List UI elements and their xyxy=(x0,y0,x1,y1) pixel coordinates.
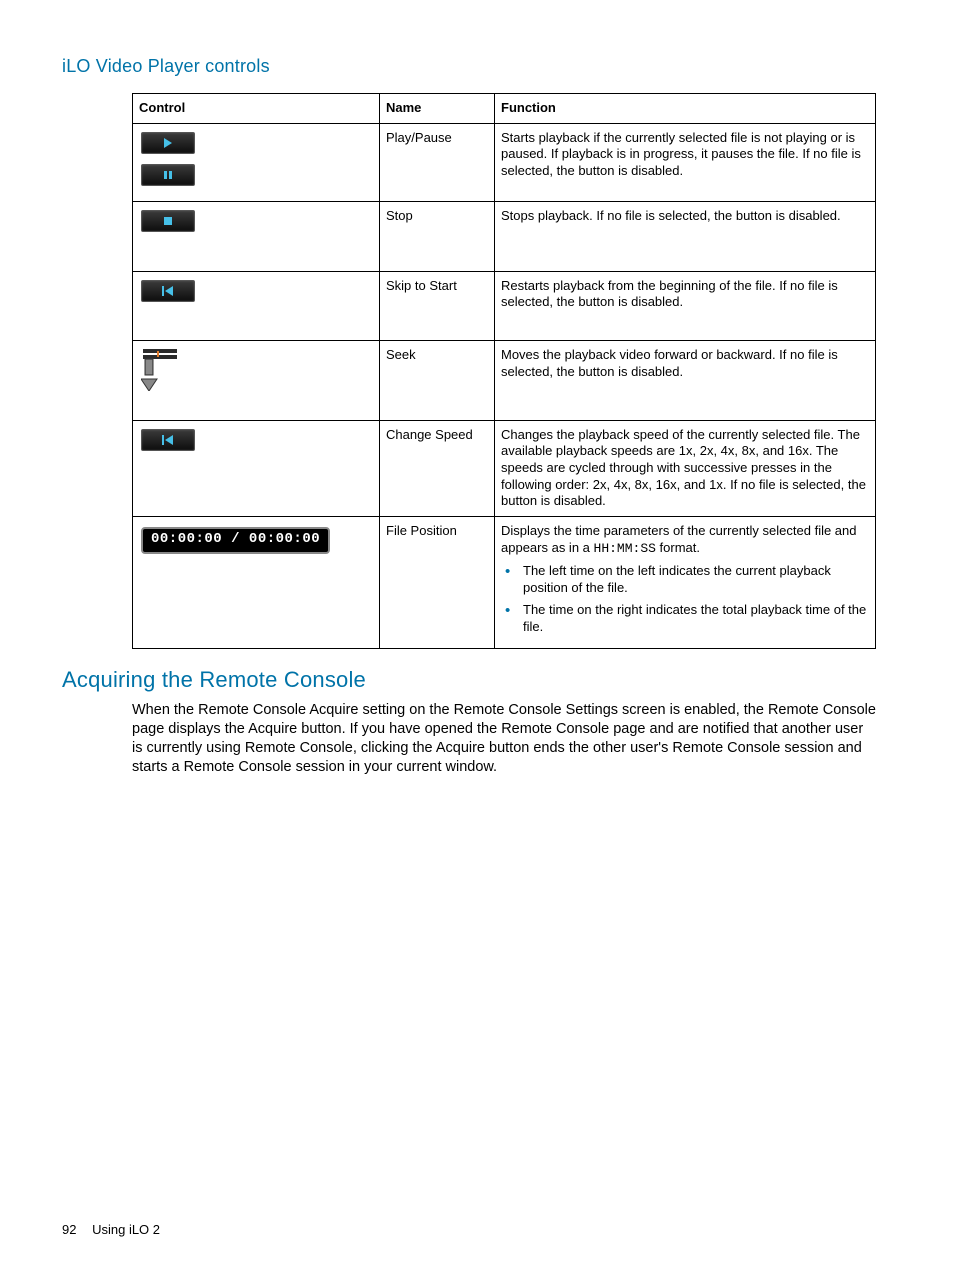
skip-to-start-button[interactable] xyxy=(141,280,195,302)
function-text-b: format. xyxy=(656,540,700,555)
col-header-function: Function xyxy=(495,94,876,124)
seek-slider-icon xyxy=(141,349,185,391)
control-function: Stops playback. If no file is selected, … xyxy=(495,201,876,271)
footer-section: Using iLO 2 xyxy=(92,1222,160,1237)
control-name: Skip to Start xyxy=(380,271,495,341)
page-footer: 92 Using iLO 2 xyxy=(62,1222,160,1237)
control-function: Moves the playback video forward or back… xyxy=(495,341,876,421)
skip-to-start-icon xyxy=(162,286,174,296)
table-row: 00:00:00 / 00:00:00 File Position Displa… xyxy=(133,516,876,648)
control-name: Seek xyxy=(380,341,495,421)
list-item: The time on the right indicates the tota… xyxy=(519,602,869,635)
table-row: Play/Pause Starts playback if the curren… xyxy=(133,123,876,201)
table-row: Skip to Start Restarts playback from the… xyxy=(133,271,876,341)
body-paragraph: When the Remote Console Acquire setting … xyxy=(132,701,892,778)
stop-button[interactable] xyxy=(141,210,195,232)
control-function: Starts playback if the currently selecte… xyxy=(495,123,876,201)
list-item: The left time on the left indicates the … xyxy=(519,563,869,596)
table-row: Seek Moves the playback video forward or… xyxy=(133,341,876,421)
section-heading: iLO Video Player controls xyxy=(62,56,892,77)
control-function: Changes the playback speed of the curren… xyxy=(495,420,876,516)
stop-icon xyxy=(163,216,173,226)
play-icon xyxy=(163,138,173,148)
control-function: Displays the time parameters of the curr… xyxy=(495,516,876,648)
table-row: Stop Stops playback. If no file is selec… xyxy=(133,201,876,271)
control-name: File Position xyxy=(380,516,495,648)
seek-slider[interactable] xyxy=(141,349,185,396)
control-name: Stop xyxy=(380,201,495,271)
time-format-code: HH:MM:SS xyxy=(594,541,656,556)
control-function: Restarts playback from the beginning of … xyxy=(495,271,876,341)
controls-table: Control Name Function xyxy=(132,93,876,649)
control-name: Play/Pause xyxy=(380,123,495,201)
change-speed-button[interactable] xyxy=(141,429,195,451)
control-name: Change Speed xyxy=(380,420,495,516)
page-number: 92 xyxy=(62,1222,76,1237)
col-header-control: Control xyxy=(133,94,380,124)
pause-button[interactable] xyxy=(141,164,195,186)
play-button[interactable] xyxy=(141,132,195,154)
file-position-display: 00:00:00 / 00:00:00 xyxy=(141,527,330,554)
col-header-name: Name xyxy=(380,94,495,124)
table-row: Change Speed Changes the playback speed … xyxy=(133,420,876,516)
section-heading-2: Acquiring the Remote Console xyxy=(62,667,892,693)
pause-icon xyxy=(163,170,173,180)
function-bullets: The left time on the left indicates the … xyxy=(501,563,869,636)
change-speed-icon xyxy=(162,435,174,445)
